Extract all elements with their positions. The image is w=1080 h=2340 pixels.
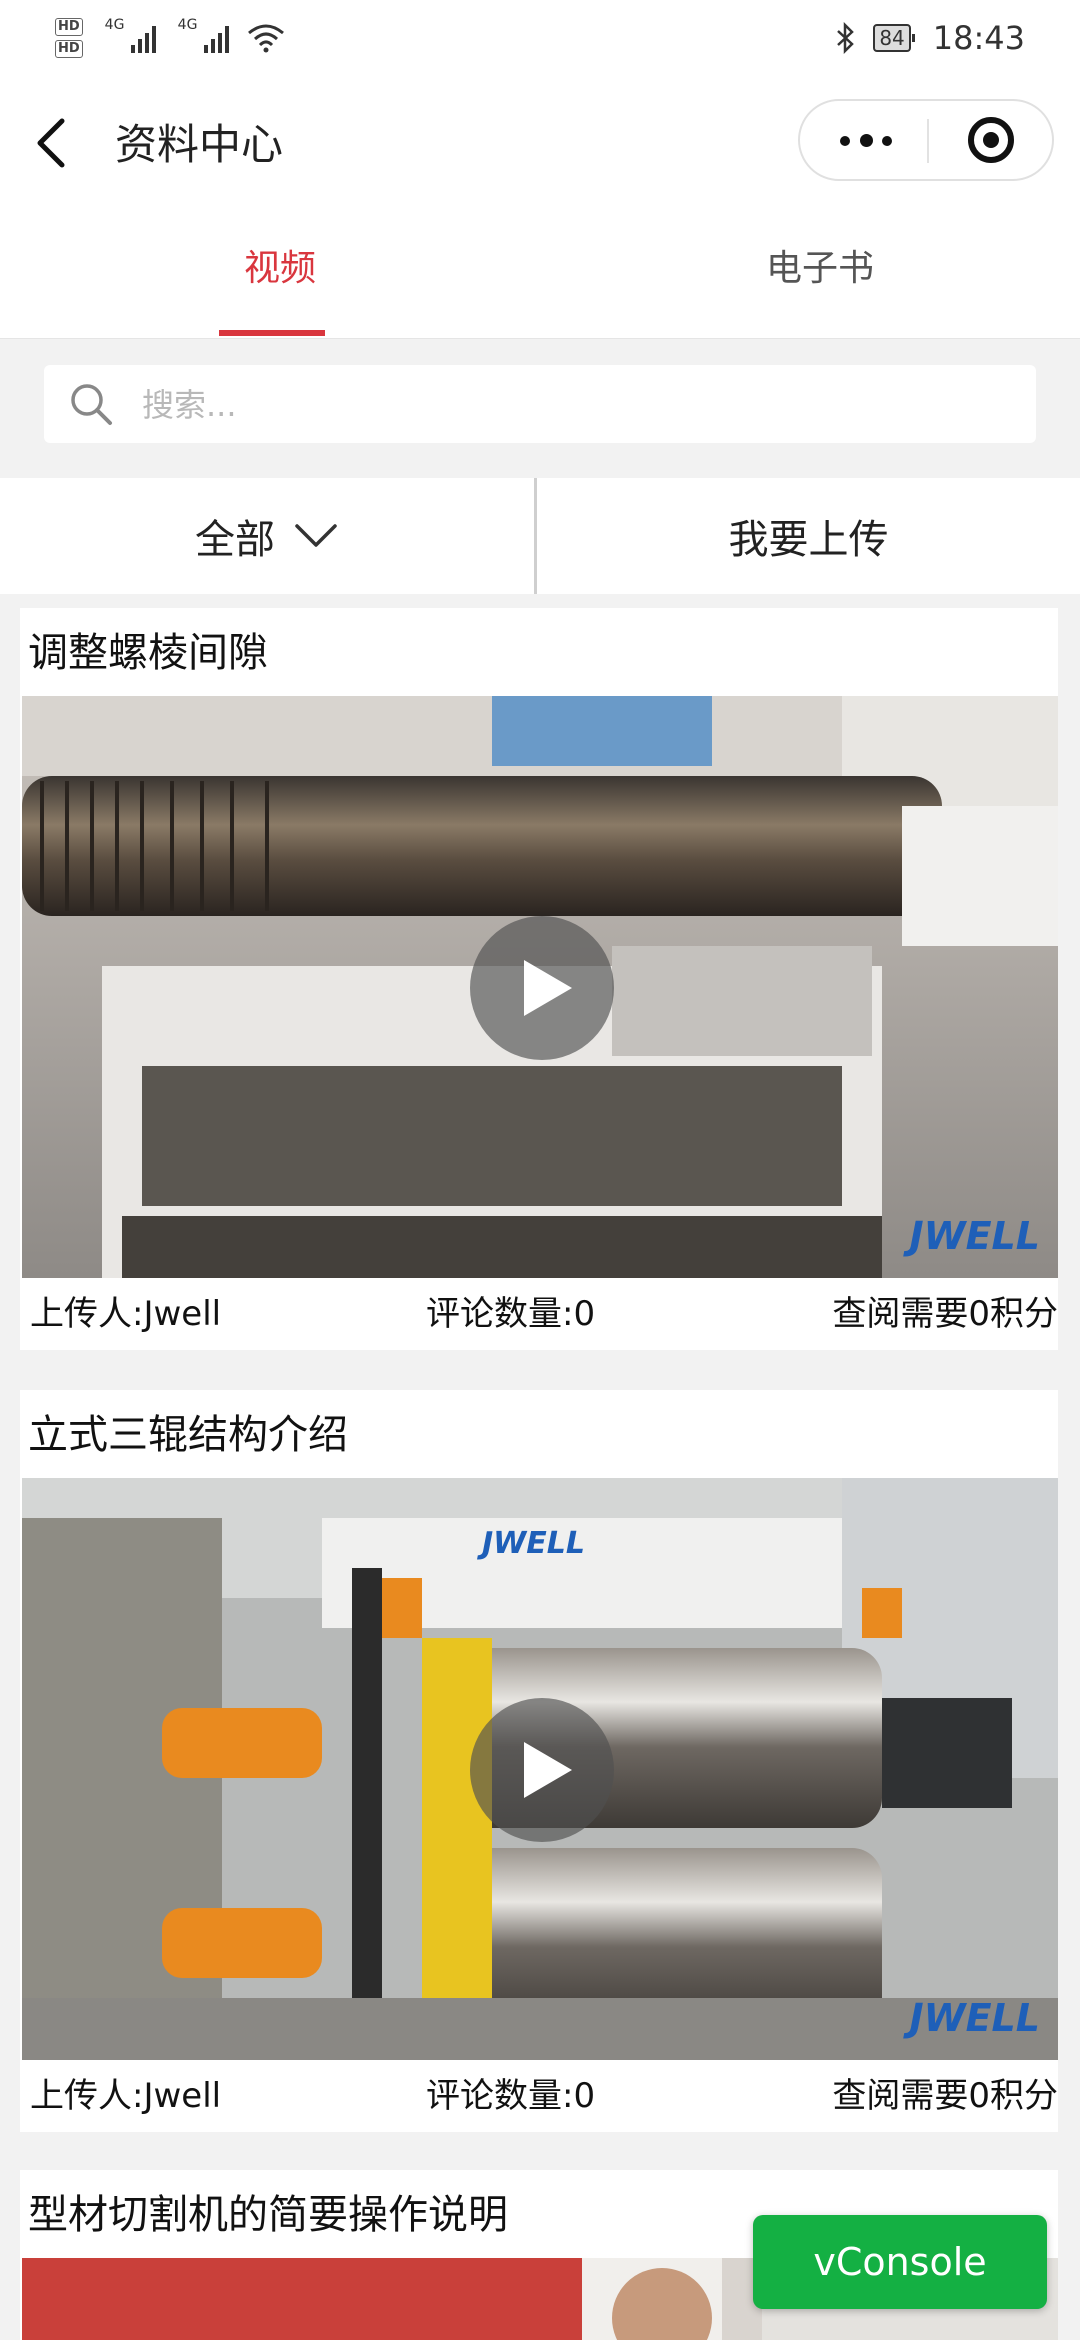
status-right: 84 18:43 <box>835 19 1025 57</box>
video-meta: 上传人:Jwell 评论数量:0 查阅需要0积分 <box>20 2060 1058 2132</box>
play-button[interactable] <box>470 1698 614 1842</box>
video-card[interactable]: 立式三辊结构介绍 JWELL JWELL 上传人:Jwell 评论数量:0 查阅… <box>20 1390 1058 2132</box>
back-chevron-icon[interactable] <box>28 113 78 173</box>
signal-icon: 4G <box>178 17 229 53</box>
play-icon <box>524 1742 572 1798</box>
category-dropdown[interactable]: 全部 <box>0 478 534 594</box>
play-button[interactable] <box>470 916 614 1060</box>
video-meta: 上传人:Jwell 评论数量:0 查阅需要0积分 <box>20 1278 1058 1350</box>
chevron-down-icon <box>295 524 337 547</box>
active-tab-indicator <box>219 330 325 336</box>
comment-count: 评论数量:0 <box>426 1294 596 1334</box>
video-title: 调整螺棱间隙 <box>28 630 268 676</box>
watermark-logo: JWELL <box>909 1214 1040 1258</box>
play-icon <box>524 960 572 1016</box>
video-title: 型材切割机的简要操作说明 <box>28 2192 508 2238</box>
status-bar: HD HD 4G 4G 84 18:43 <box>0 0 1080 75</box>
bluetooth-icon <box>837 21 855 54</box>
video-thumbnail[interactable]: JWELL JWELL <box>22 1478 1058 2060</box>
watermark-logo: JWELL <box>909 1996 1040 2040</box>
points-cost: 查阅需要0积分 <box>832 2076 1058 2116</box>
search-box[interactable] <box>44 365 1036 445</box>
uploader-text: 上传人:Jwell <box>30 1294 222 1334</box>
search-input[interactable] <box>140 365 1004 445</box>
hd-badges: HD HD <box>55 17 83 58</box>
tab-bar: 视频 电子书 <box>0 210 1080 339</box>
points-cost: 查阅需要0积分 <box>832 1294 1058 1334</box>
video-card[interactable]: 调整螺棱间隙 JWELL 上传人:Jwell 评论数量:0 查阅需要0积分 <box>20 608 1058 1350</box>
video-title: 立式三辊结构介绍 <box>28 1412 348 1458</box>
miniprogram-capsule <box>798 99 1054 181</box>
more-dots-icon[interactable] <box>830 101 900 179</box>
video-thumbnail[interactable]: JWELL <box>22 696 1058 1278</box>
page-title: 资料中心 <box>115 120 284 169</box>
search-icon <box>71 384 112 425</box>
vconsole-button[interactable]: vConsole <box>753 2215 1047 2309</box>
comment-count: 评论数量:0 <box>426 2076 596 2116</box>
network-type-label: 4G <box>177 16 198 33</box>
status-left: HD HD 4G 4G <box>55 17 285 58</box>
category-label: 全部 <box>195 517 275 563</box>
close-target-icon[interactable] <box>968 117 1014 163</box>
upload-button[interactable]: 我要上传 <box>537 478 1080 594</box>
search-section <box>0 339 1080 467</box>
uploader-text: 上传人:Jwell <box>30 2076 222 2116</box>
status-time: 18:43 <box>932 18 1025 57</box>
filter-bar: 全部 我要上传 <box>0 478 1080 594</box>
tab-video[interactable]: 视频 <box>180 210 380 338</box>
capsule-divider <box>927 119 929 163</box>
battery-indicator: 84 <box>873 23 916 52</box>
watermark-logo-top: JWELL <box>482 1526 585 1561</box>
network-type-label: 4G <box>104 16 125 33</box>
wifi-icon <box>247 24 284 52</box>
nav-bar: 资料中心 <box>0 75 1080 210</box>
signal-icon: 4G <box>105 17 156 53</box>
hd-badge: HD <box>55 39 83 58</box>
hd-badge: HD <box>55 17 83 36</box>
tab-ebook[interactable]: 电子书 <box>720 210 920 338</box>
